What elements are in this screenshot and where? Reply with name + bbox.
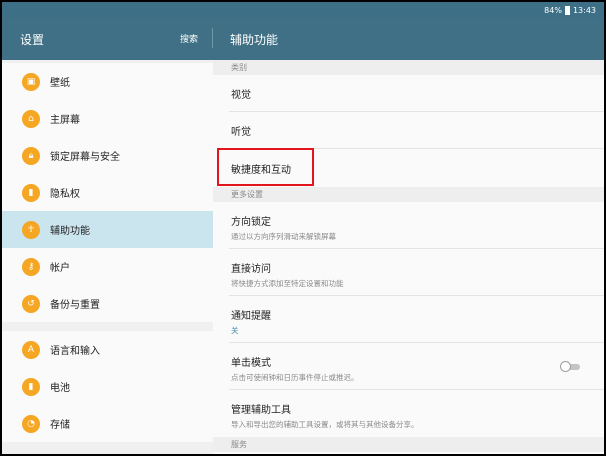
privacy-icon: ▮ [22, 183, 40, 202]
battery-percent: 84% [544, 5, 562, 15]
accessibility-panel: 类别 视觉 听觉 敏捷度和互动 更多设置 方向锁定 通过以方向序列滑动来解锁屏幕… [213, 60, 604, 454]
setting-notification-reminder[interactable]: 通知提醒 关 [229, 296, 604, 343]
screen: 84% 13:43 设置 搜索 辅助功能 ▣ 壁纸 ⌂ 主屏幕 🔒︎ 锁定屏幕与… [2, 2, 604, 454]
setting-hearing[interactable]: 听觉 [229, 112, 604, 149]
sidebar-item-storage[interactable]: ◔ 存储 [2, 405, 213, 442]
setting-direct-access[interactable]: 直接访问 将快捷方式添加至特定设置和功能 [229, 249, 604, 296]
section-header-services: 服务 [213, 437, 604, 452]
sidebar-item-lock-screen[interactable]: 🔒︎ 锁定屏幕与安全 [2, 137, 213, 174]
sidebar-item-label: 存储 [50, 420, 70, 431]
section-header-category: 类别 [213, 60, 604, 75]
sidebar-item-label: 语言和输入 [50, 346, 100, 357]
sidebar-item-accessibility[interactable]: ☥ 辅助功能 [2, 211, 213, 248]
setting-summary: 通过以方向序列滑动来解锁屏幕 [231, 232, 336, 241]
setting-summary: 导入和导出您的辅助工具设置，或将其与其他设备分享。 [231, 420, 419, 429]
key-icon: ⚷ [22, 257, 40, 276]
sidebar-item-label: 电池 [50, 383, 70, 394]
sidebar-item-label: 隐私权 [50, 189, 80, 200]
sidebar-item-wallpaper[interactable]: ▣ 壁纸 [2, 63, 213, 100]
clock: 13:43 [572, 5, 596, 15]
sidebar-item-label: 帐户 [50, 263, 70, 274]
status-bar: 84% 13:43 [2, 2, 604, 18]
sidebar-group-2: A 语言和输入 ▮ 电池 ◔ 存储 [2, 331, 213, 442]
setting-title: 通知提醒 [231, 311, 271, 322]
setting-status: 关 [231, 326, 239, 335]
setting-title: 视觉 [231, 89, 251, 101]
setting-summary: 点击可使闹钟和日历事件停止或推迟。 [231, 373, 359, 382]
language-icon: A [22, 340, 40, 359]
sidebar-item-label: 辅助功能 [50, 226, 90, 237]
sidebar-item-backup-reset[interactable]: ↺ 备份与重置 [2, 285, 213, 322]
sidebar-item-battery[interactable]: ▮ 电池 [2, 368, 213, 405]
sidebar-item-label: 主屏幕 [50, 115, 80, 126]
sidebar-item-label: 壁纸 [50, 78, 70, 89]
sidebar-item-language-input[interactable]: A 语言和输入 [2, 331, 213, 368]
page-title: 辅助功能 [230, 33, 279, 47]
setting-single-tap-mode[interactable]: 单击模式 点击可使闹钟和日历事件停止或推迟。 [229, 343, 604, 390]
highlight-box [217, 148, 314, 186]
setting-title: 听觉 [231, 126, 251, 138]
app-bar: 设置 搜索 辅助功能 [2, 18, 604, 60]
sidebar-item-home-screen[interactable]: ⌂ 主屏幕 [2, 100, 213, 137]
single-tap-toggle[interactable] [560, 361, 582, 372]
battery-icon: ▮ [22, 377, 40, 396]
search-button[interactable]: 搜索 [180, 32, 198, 45]
setting-title: 管理辅助工具 [231, 405, 291, 416]
setting-title: 单击模式 [231, 358, 271, 369]
battery-icon [564, 5, 570, 15]
home-icon: ⌂ [22, 109, 40, 128]
setting-manage-tools[interactable]: 管理辅助工具 导入和导出您的辅助工具设置，或将其与其他设备分享。 [229, 390, 604, 437]
setting-title: 直接访问 [231, 264, 271, 275]
accessibility-icon: ☥ [22, 220, 40, 239]
setting-direction-lock[interactable]: 方向锁定 通过以方向序列滑动来解锁屏幕 [229, 202, 604, 249]
image-icon: ▣ [22, 72, 40, 91]
setting-title: 方向锁定 [231, 217, 271, 228]
toggle-knob [560, 361, 571, 372]
sidebar-item-label: 备份与重置 [50, 300, 100, 311]
setting-dexterity[interactable]: 敏捷度和互动 [217, 148, 604, 187]
storage-icon: ◔ [22, 414, 40, 433]
backup-icon: ↺ [22, 294, 40, 313]
setting-vision[interactable]: 视觉 [229, 75, 604, 112]
lock-icon: 🔒︎ [22, 146, 40, 165]
sidebar-item-label: 锁定屏幕与安全 [50, 152, 120, 163]
appbar-divider [212, 28, 213, 48]
sidebar-item-accounts[interactable]: ⚷ 帐户 [2, 248, 213, 285]
setting-summary: 将快捷方式添加至特定设置和功能 [231, 279, 344, 288]
sidebar-item-privacy[interactable]: ▮ 隐私权 [2, 174, 213, 211]
settings-sidebar: ▣ 壁纸 ⌂ 主屏幕 🔒︎ 锁定屏幕与安全 ▮ 隐私权 ☥ 辅助功能 ⚷ 帐户 [2, 60, 213, 454]
sidebar-group-1: ▣ 壁纸 ⌂ 主屏幕 🔒︎ 锁定屏幕与安全 ▮ 隐私权 ☥ 辅助功能 ⚷ 帐户 [2, 63, 213, 322]
settings-title: 设置 [20, 33, 45, 47]
section-header-more: 更多设置 [213, 187, 604, 202]
